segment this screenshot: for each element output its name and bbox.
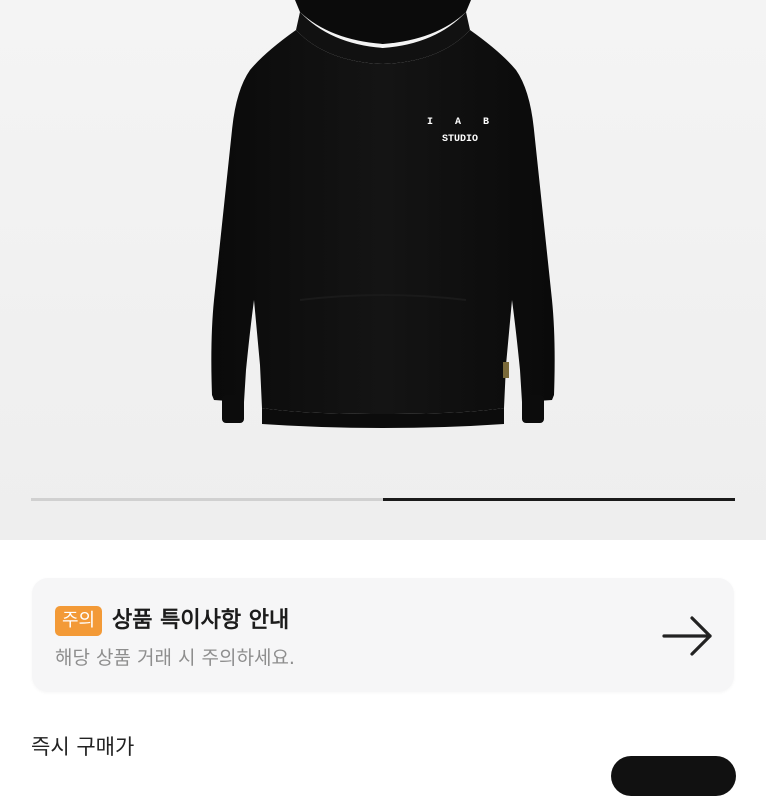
buy-button[interactable]	[611, 756, 736, 796]
notice-description: 해당 상품 거래 시 주의하세요.	[55, 647, 295, 669]
gallery-progress-track	[31, 498, 735, 501]
notice-title: 상품 특이사항 안내	[112, 608, 290, 633]
product-image-gallery[interactable]: I A B STUDIO	[0, 0, 766, 540]
arrow-right-icon[interactable]	[660, 614, 716, 658]
print-line-2: STUDIO	[442, 134, 478, 145]
caution-badge: 주의	[55, 606, 103, 636]
product-image: I A B STUDIO	[211, 0, 555, 428]
notice-card[interactable]: 주의 상품 특이사항 안내 해당 상품 거래 시 주의하세요.	[32, 578, 734, 692]
print-line-1: I A B	[427, 117, 497, 128]
instant-buy-price-label: 즉시 구매가	[31, 735, 135, 759]
hoodie-graphic	[211, 0, 555, 428]
gallery-progress-fill	[383, 498, 735, 501]
